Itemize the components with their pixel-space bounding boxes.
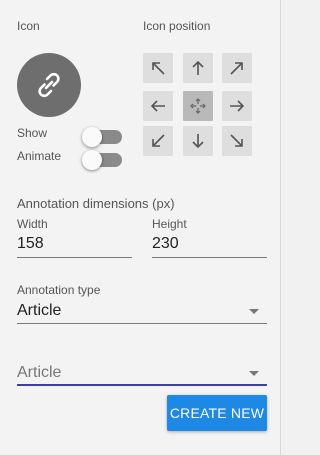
create-new-button[interactable]: CREATE NEW: [167, 395, 267, 431]
article-select-underline: [17, 384, 267, 386]
animate-toggle[interactable]: [82, 150, 122, 170]
position-top-right-button[interactable]: [222, 53, 252, 83]
position-top-button[interactable]: [183, 53, 213, 83]
annotation-type-underline: [17, 323, 267, 324]
width-label: Width: [17, 217, 48, 231]
arrow-left-icon: [150, 100, 165, 112]
arrow-down-icon: [192, 134, 204, 149]
icon-label: Icon: [17, 19, 40, 33]
position-bottom-left-button[interactable]: [143, 126, 173, 156]
annotation-settings-panel: Icon Icon position Show Animate Annotati…: [0, 0, 281, 455]
icon-picker-button[interactable]: [17, 53, 81, 117]
position-bottom-right-button[interactable]: [222, 126, 252, 156]
arrow-up-right-icon: [230, 62, 243, 75]
width-underline: [17, 257, 132, 258]
chevron-down-icon: [249, 309, 259, 314]
show-toggle-knob: [82, 127, 102, 147]
chevron-down-icon: [249, 371, 259, 376]
animate-toggle-knob: [82, 150, 102, 170]
height-value: 230: [152, 235, 179, 252]
width-input[interactable]: 158: [17, 230, 132, 260]
arrow-down-left-icon: [152, 134, 165, 147]
annotation-type-label: Annotation type: [17, 283, 101, 297]
arrow-up-icon: [192, 60, 204, 75]
arrow-down-right-icon: [230, 134, 243, 147]
annotation-type-value: Article: [17, 302, 62, 319]
position-top-left-button[interactable]: [143, 53, 173, 83]
icon-position-label: Icon position: [143, 19, 211, 33]
height-input[interactable]: 230: [152, 230, 267, 260]
center-move-icon: [190, 98, 206, 114]
position-right-button[interactable]: [222, 91, 252, 121]
height-label: Height: [152, 217, 187, 231]
position-center-button[interactable]: [183, 91, 213, 121]
show-label: Show: [17, 126, 48, 140]
arrow-up-left-icon: [152, 62, 165, 75]
position-left-button[interactable]: [143, 91, 173, 121]
height-underline: [152, 257, 267, 258]
dimensions-title: Annotation dimensions (px): [17, 196, 175, 211]
width-value: 158: [17, 235, 44, 252]
article-select-value: Article: [17, 364, 62, 381]
show-toggle[interactable]: [82, 127, 122, 147]
annotation-type-select[interactable]: Article: [17, 297, 267, 325]
position-bottom-button[interactable]: [183, 126, 213, 156]
arrow-right-icon: [230, 100, 245, 112]
animate-label: Animate: [17, 149, 62, 163]
link-icon: [38, 72, 60, 98]
article-select[interactable]: Article: [17, 359, 267, 387]
